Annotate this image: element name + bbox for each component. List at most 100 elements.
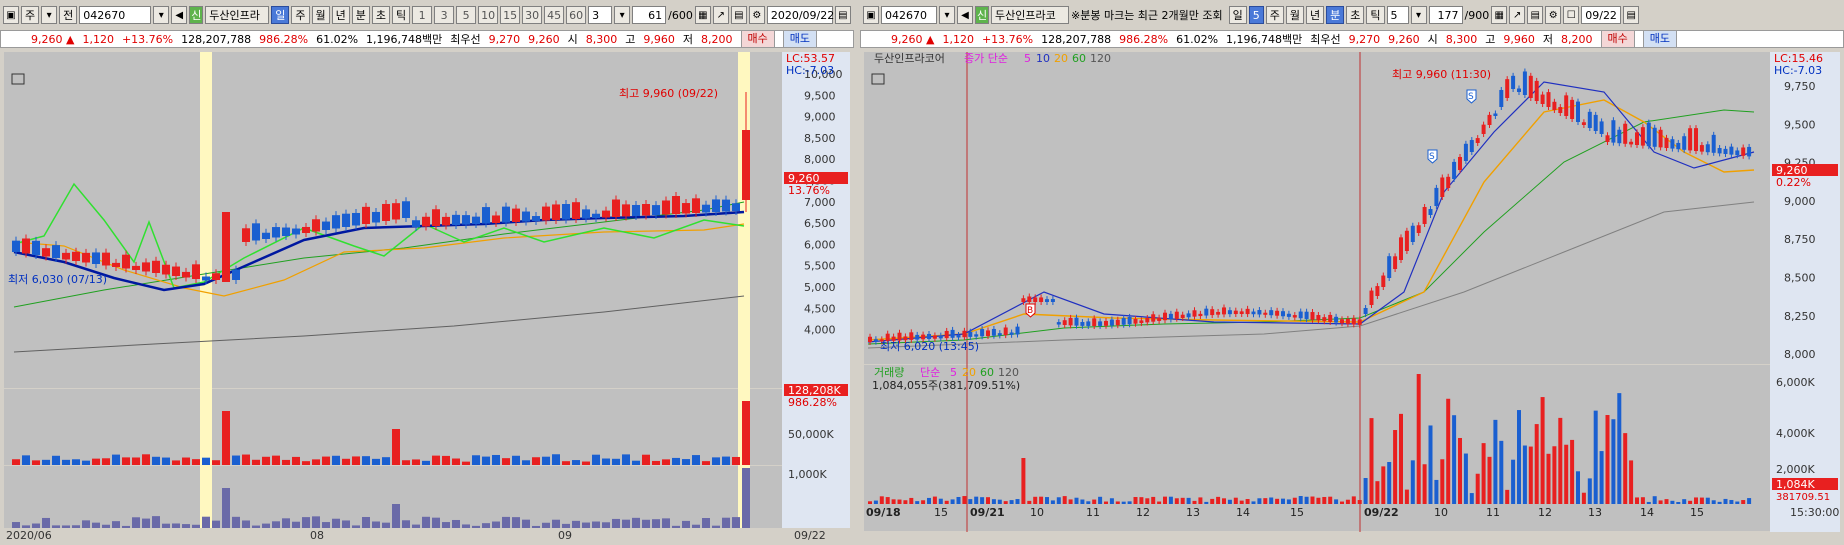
chevron-down-icon[interactable]: ▾ (614, 6, 631, 24)
chevron-down-icon[interactable]: ▾ (41, 6, 58, 24)
stock-code-input[interactable]: 042670 (881, 6, 937, 24)
volume-bar (1705, 497, 1710, 504)
volume-bar (1635, 497, 1639, 504)
candle (712, 199, 720, 212)
stock-code-input[interactable]: 042670 (79, 6, 152, 24)
window-icon[interactable]: ▣ (3, 6, 19, 24)
volume-bar (12, 459, 20, 465)
interval-input[interactable]: 3 (588, 6, 613, 24)
price-tick: 5,000 (804, 281, 836, 294)
x-label: 15 (934, 506, 948, 519)
buy-button[interactable]: 매수 (1600, 31, 1635, 47)
volume-bar (712, 457, 720, 465)
buy-button[interactable]: 매수 (740, 31, 775, 47)
vol-box-text: 1,084K (1776, 478, 1815, 491)
calendar-icon[interactable]: ▤ (1623, 6, 1640, 24)
interval-60[interactable]: 60 (566, 6, 587, 24)
minute-input[interactable]: 5 (1386, 6, 1409, 24)
candle (1062, 320, 1067, 325)
tab-month[interactable]: 월 (1285, 6, 1305, 24)
interval-5[interactable]: 5 (456, 6, 477, 24)
interval-15[interactable]: 15 (500, 6, 521, 24)
volume-bar (1375, 481, 1380, 504)
tab-minute[interactable]: 분 (1326, 6, 1345, 24)
right-minute-chart[interactable]: 9,7509,5009,2509,0008,7508,5008,2508,000… (864, 52, 1840, 542)
day-tab[interactable]: 일 (1228, 6, 1247, 24)
interval-1[interactable]: 1 (412, 6, 433, 24)
save-icon[interactable]: ▤ (730, 6, 747, 24)
volume-bar (1074, 497, 1079, 504)
search-icon[interactable]: ▾ (153, 6, 170, 24)
count-input[interactable]: 61 (632, 6, 667, 24)
sub-bar (322, 522, 330, 528)
save-icon[interactable]: ▤ (1527, 6, 1544, 24)
rate: 61.02% (1176, 32, 1219, 46)
candle (602, 210, 610, 218)
sub-bar (662, 518, 670, 528)
candle (921, 334, 926, 340)
volume-bar (1050, 500, 1055, 504)
volume-bar (1528, 446, 1533, 504)
interval-badge[interactable]: 5 (1248, 6, 1264, 24)
period-select[interactable]: 주 (21, 6, 40, 24)
gear-icon[interactable]: ⚙ (1545, 6, 1562, 24)
candle (1570, 99, 1575, 119)
volume-bar (222, 411, 230, 465)
tab-second[interactable]: 초 (1346, 6, 1365, 24)
stock-name: 두산인프라 (205, 6, 270, 24)
candle (442, 216, 450, 226)
tab-minute[interactable]: 분 (351, 6, 370, 24)
interval-10[interactable]: 10 (478, 6, 499, 24)
candle (322, 221, 330, 230)
tab-day[interactable]: 일 (271, 6, 290, 24)
gear-icon[interactable]: ⚙ (748, 6, 765, 24)
checkbox-icon[interactable]: ☐ (1563, 6, 1580, 24)
sub-bar (172, 523, 180, 528)
tab-week[interactable]: 주 (291, 6, 310, 24)
count-input[interactable]: 177 (1428, 6, 1463, 24)
sell-button[interactable]: 매도 (782, 31, 818, 47)
volume-bar (1316, 497, 1321, 504)
volume-bar (921, 500, 926, 504)
interval-3[interactable]: 3 (434, 6, 455, 24)
volume-bar (950, 499, 955, 504)
volume-bar (1345, 499, 1350, 504)
candle (302, 226, 310, 233)
left-daily-chart[interactable]: 10,0009,5009,0008,5008,0007,5007,0006,50… (4, 52, 850, 542)
tab-tick[interactable]: 틱 (1366, 6, 1385, 24)
prev-button[interactable]: 전 (59, 6, 78, 24)
grid-icon[interactable]: ▦ (694, 6, 711, 24)
high-label: 고 (1485, 33, 1496, 46)
tab-week[interactable]: 주 (1265, 6, 1284, 24)
interval-30[interactable]: 30 (522, 6, 543, 24)
search-icon[interactable]: ▾ (939, 6, 955, 24)
candle (1375, 286, 1380, 296)
tab-second[interactable]: 초 (371, 6, 390, 24)
volume-bar (642, 454, 650, 465)
interval-45[interactable]: 45 (544, 6, 565, 24)
candle (1109, 319, 1114, 326)
volume-bar (1239, 500, 1244, 504)
grid-icon[interactable]: ▦ (1491, 6, 1508, 24)
tab-year[interactable]: 년 (1306, 6, 1325, 24)
sub-bar (312, 516, 320, 528)
sell-button[interactable]: 매도 (1642, 31, 1678, 47)
volume-bar (622, 454, 630, 465)
calendar-icon[interactable]: ▤ (834, 6, 851, 24)
trend-icon[interactable]: ↗ (712, 6, 729, 24)
chevron-down-icon[interactable]: ▾ (1410, 6, 1427, 24)
date-input[interactable]: 2020/09/22 (766, 6, 834, 24)
speaker-icon[interactable]: ◀ (171, 6, 188, 24)
tab-year[interactable]: 년 (331, 6, 350, 24)
volume-bar (1646, 501, 1651, 504)
tab-tick[interactable]: 틱 (392, 6, 411, 24)
trend-icon[interactable]: ↗ (1509, 6, 1526, 24)
tab-month[interactable]: 월 (311, 6, 330, 24)
volume-bar (42, 459, 50, 465)
speaker-icon[interactable]: ◀ (957, 6, 973, 24)
volume-bar (1168, 496, 1173, 504)
date-input[interactable]: 09/22 (1581, 6, 1622, 24)
window-icon[interactable]: ▣ (863, 6, 879, 24)
candle (292, 228, 300, 235)
volume-bar (1145, 498, 1150, 504)
